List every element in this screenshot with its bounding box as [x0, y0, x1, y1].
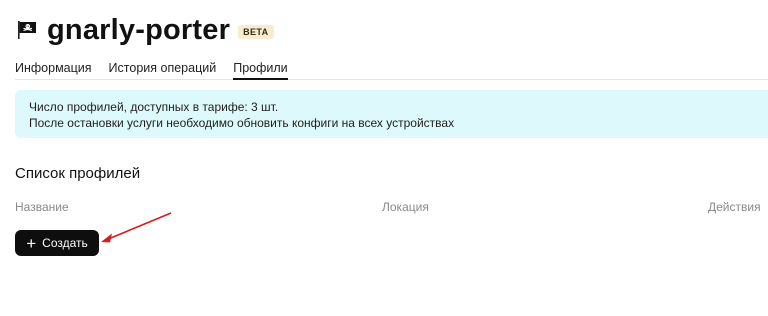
info-notice: Число профилей, доступных в тарифе: 3 шт… [15, 90, 768, 138]
tab-operations-history[interactable]: История операций [109, 60, 217, 80]
tab-profiles[interactable]: Профили [233, 60, 288, 80]
notice-line-configs: После остановки услуги необходимо обнови… [29, 116, 455, 130]
page: gnarly-porter BETA Информация История оп… [0, 0, 768, 316]
plus-icon: + [26, 233, 37, 253]
column-header-location: Локация [382, 200, 429, 214]
tabs: Информация История операций Профили [15, 60, 768, 80]
create-profile-button[interactable]: + Создать [15, 230, 99, 256]
page-header: gnarly-porter BETA [15, 12, 274, 48]
create-button-label: Создать [42, 236, 88, 250]
pirate-flag-icon [18, 21, 36, 39]
beta-badge: BETA [238, 25, 274, 39]
column-header-actions: Действия [708, 200, 761, 214]
page-title: gnarly-porter [47, 13, 231, 46]
profiles-section-title: Список профилей [15, 165, 141, 182]
tab-info[interactable]: Информация [15, 60, 92, 80]
notice-line-tariff: Число профилей, доступных в тарифе: 3 шт… [29, 100, 279, 114]
column-header-name: Название [15, 200, 69, 214]
